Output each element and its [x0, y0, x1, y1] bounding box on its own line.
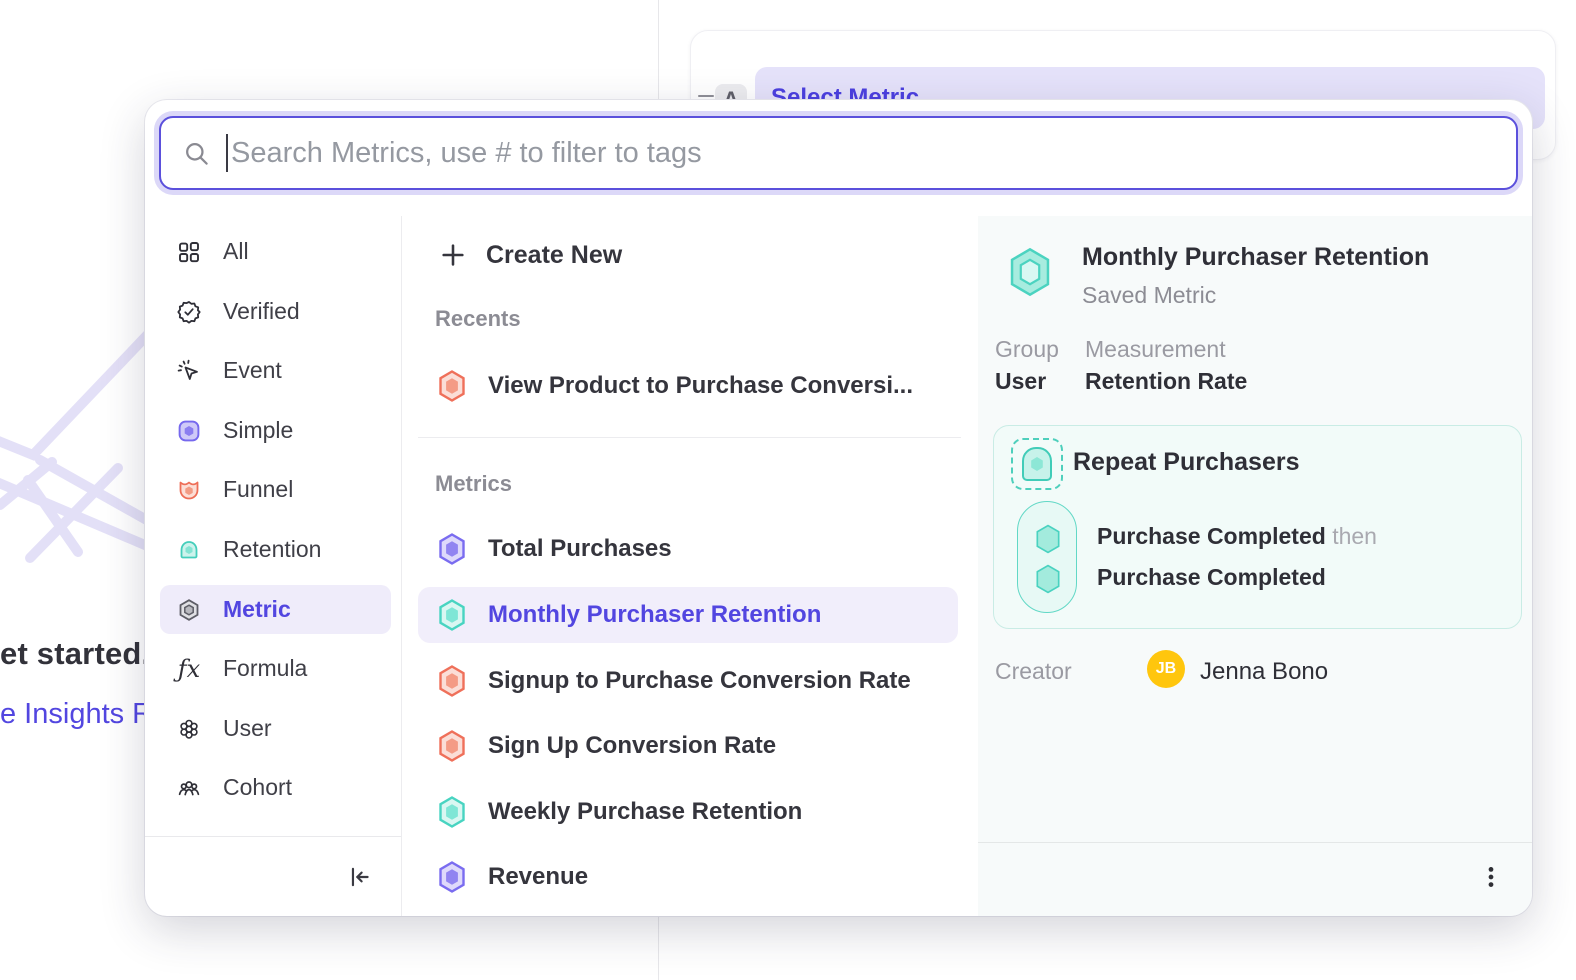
metric-selector-modal: All Verified Event Simple: [145, 100, 1532, 916]
definition-step-1: Purchase Completed then: [1097, 523, 1377, 550]
sidebar-footer-divider: [145, 836, 401, 837]
more-options-button[interactable]: [1474, 860, 1508, 894]
group-value: User: [995, 368, 1046, 395]
sidebar-item-formula[interactable]: ƒx Formula: [160, 644, 391, 693]
simple-metric-icon: [177, 419, 201, 443]
metric-detail-panel: Monthly Purchaser Retention Saved Metric…: [978, 216, 1532, 916]
user-cluster-icon: [177, 717, 201, 741]
grid-icon: [177, 240, 201, 264]
metric-hexagon-icon: [438, 533, 466, 565]
text-caret: [226, 134, 228, 172]
metric-item-sign-up-conversion-rate[interactable]: Sign Up Conversion Rate: [418, 718, 958, 774]
create-new-button[interactable]: Create New: [418, 231, 958, 279]
background-link-fragment[interactable]: e Insights Re: [0, 698, 169, 731]
retention-definition-icon: [1011, 438, 1063, 490]
metrics-heading: Metrics: [435, 471, 512, 497]
event-hexagon-icon: [1035, 564, 1061, 594]
metric-hexagon-icon: [438, 730, 466, 762]
event-sequence-capsule: [1017, 501, 1077, 613]
plus-icon: [439, 241, 467, 269]
column-divider: [401, 216, 402, 916]
group-label: Group: [995, 336, 1059, 363]
metric-hexagon-icon: [438, 599, 466, 631]
detail-title: Monthly Purchaser Retention: [1082, 243, 1429, 272]
then-connector: then: [1332, 523, 1377, 549]
background-heading-fragment: et started.: [0, 636, 150, 672]
metric-hexagon-icon: [438, 665, 466, 697]
sidebar-item-funnel[interactable]: Funnel: [160, 465, 391, 514]
list-divider: [418, 437, 961, 438]
verified-badge-icon: [177, 300, 201, 324]
sidebar-item-all[interactable]: All: [160, 227, 391, 276]
collapse-left-icon: [347, 864, 373, 890]
measurement-value: Retention Rate: [1085, 368, 1247, 395]
retention-arch-icon: [1022, 447, 1052, 481]
decorative-lines: [0, 150, 160, 620]
metric-item-total-purchases[interactable]: Total Purchases: [418, 521, 958, 577]
formula-icon: ƒx: [177, 657, 201, 681]
cohort-people-icon: [177, 776, 201, 800]
funnel-metric-hexagon-icon: [438, 370, 466, 402]
search-input[interactable]: [231, 137, 1516, 170]
metric-hexagon-icon: [438, 796, 466, 828]
collapse-sidebar-button[interactable]: [343, 860, 377, 894]
sidebar-item-retention[interactable]: Retention: [160, 525, 391, 574]
hexagon-glyph: [1030, 456, 1044, 472]
sidebar-item-user[interactable]: User: [160, 704, 391, 753]
definition-step-2: Purchase Completed: [1097, 564, 1326, 591]
metric-definition-card: Repeat Purchasers Purchase Completed the…: [993, 425, 1522, 629]
event-cursor-icon: [177, 359, 201, 383]
detail-subtitle: Saved Metric: [1082, 282, 1216, 309]
metric-item-monthly-purchaser-retention[interactable]: Monthly Purchaser Retention: [418, 587, 958, 643]
sidebar-item-metric[interactable]: Metric: [160, 585, 391, 634]
sidebar-item-cohort[interactable]: Cohort: [160, 763, 391, 812]
recents-heading: Recents: [435, 306, 521, 332]
metric-hexagon-icon: [438, 861, 466, 893]
metric-item-revenue[interactable]: Revenue: [418, 849, 958, 905]
kebab-menu-icon: [1478, 864, 1504, 890]
sidebar-item-simple[interactable]: Simple: [160, 406, 391, 455]
retention-icon: [177, 538, 201, 562]
measurement-label: Measurement: [1085, 336, 1226, 363]
search-box[interactable]: [159, 116, 1518, 190]
saved-metric-hexagon-icon: [1008, 247, 1052, 297]
metric-item-weekly-purchase-retention[interactable]: Weekly Purchase Retention: [418, 784, 958, 840]
funnel-icon: [177, 478, 201, 502]
sidebar-item-event[interactable]: Event: [160, 346, 391, 395]
search-icon: [183, 140, 210, 167]
creator-name: Jenna Bono: [1200, 658, 1328, 686]
definition-name: Repeat Purchasers: [1073, 448, 1300, 477]
metric-hexagon-icon: [177, 598, 201, 622]
sidebar-item-verified[interactable]: Verified: [160, 287, 391, 336]
creator-avatar: JB: [1147, 650, 1185, 688]
detail-footer-divider: [978, 842, 1532, 843]
event-hexagon-icon: [1035, 524, 1061, 554]
creator-label: Creator: [995, 658, 1072, 685]
metric-item-signup-to-purchase-conversion-rate[interactable]: Signup to Purchase Conversion Rate: [418, 653, 958, 709]
recent-metric-item[interactable]: View Product to Purchase Conversi...: [418, 362, 958, 410]
